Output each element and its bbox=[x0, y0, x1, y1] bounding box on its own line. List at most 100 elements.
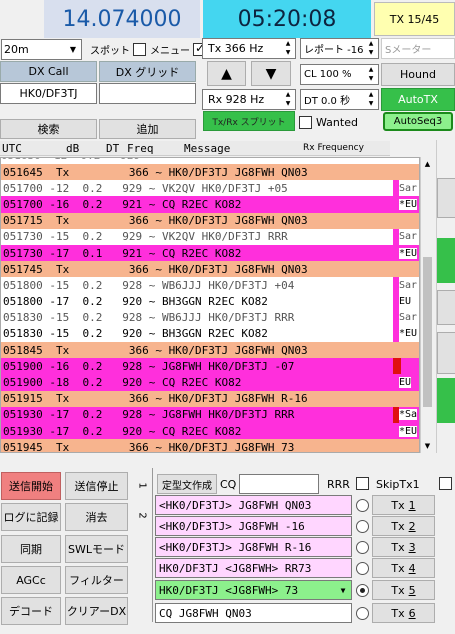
skiptx1-checkbox[interactable] bbox=[438, 477, 452, 490]
agc-button[interactable]: AGCc bbox=[1, 566, 61, 594]
tx3-message-field[interactable]: <HK0/DF3TJ> JG8FWH R-16 bbox=[155, 537, 352, 557]
dt-spinbox[interactable]: DT 0.0 秒 ▲ ▼ bbox=[300, 89, 379, 110]
table-row[interactable]: 051900 -16 0.2 928 ~ JG8FWH HK0/DF3TJ -0… bbox=[1, 358, 419, 375]
tx2-message-field[interactable]: <HK0/DF3TJ> JG8FWH -16 bbox=[155, 516, 352, 536]
template-button[interactable]: 定型文作成 bbox=[157, 474, 217, 494]
arrow-down-icon: ▼ bbox=[265, 65, 277, 82]
table-row[interactable]: 051745 Tx 366 ~ HK0/DF3TJ JG8FWH QN03 bbox=[1, 261, 419, 278]
menu-toggle[interactable]: メニュー bbox=[150, 40, 206, 58]
add-button[interactable]: 追加 bbox=[99, 119, 196, 139]
spot-checkbox[interactable] bbox=[133, 42, 146, 56]
row-message: 051800 -17 0.2 920 ~ BH3GGN R2EC KO82 bbox=[3, 295, 268, 309]
tab-2[interactable]: 2 bbox=[131, 506, 153, 524]
scroll-thumb[interactable] bbox=[423, 257, 432, 407]
tx4-button[interactable]: Tx 4 bbox=[372, 558, 435, 578]
dx-grid-input[interactable] bbox=[99, 83, 196, 104]
tx-status-indicator: TX 15/45 bbox=[374, 2, 455, 36]
sync-button[interactable]: 同期 bbox=[1, 535, 61, 563]
search-button[interactable]: 検索 bbox=[0, 119, 97, 139]
cl-value: CL 100 % bbox=[304, 69, 352, 80]
band-select[interactable]: 20m ▼ bbox=[1, 39, 82, 60]
wanted-toggle[interactable]: Wanted bbox=[299, 114, 358, 130]
enable-tx-button[interactable]: 送信開始 bbox=[1, 472, 61, 500]
scroll-down-icon[interactable]: ▼ bbox=[421, 439, 434, 453]
tab-1[interactable]: 1 bbox=[131, 476, 153, 494]
split-button[interactable]: Tx/Rx スプリット bbox=[203, 111, 295, 131]
side-button-1[interactable] bbox=[437, 178, 455, 218]
band-activity-list[interactable]: 051630 -12 0.2 929 ~ 051645 Tx 366 ~ HK0… bbox=[0, 157, 420, 453]
tx1-radio[interactable] bbox=[356, 499, 369, 512]
side-button-3[interactable] bbox=[437, 290, 455, 325]
tx1-message-field[interactable]: <HK0/DF3TJ> JG8FWH QN03 bbox=[155, 495, 352, 515]
chevron-down-icon[interactable]: ▼ bbox=[336, 582, 350, 598]
table-row[interactable]: 051700 -16 0.2 921 ~ CQ R2EC KO82 *EU bbox=[1, 196, 419, 213]
cq-input[interactable] bbox=[239, 474, 319, 494]
tx2-radio[interactable] bbox=[356, 520, 369, 533]
tx5-radio[interactable] bbox=[356, 584, 369, 597]
autotx-button[interactable]: AutoTX bbox=[381, 88, 455, 111]
table-row[interactable]: 051930 -17 0.2 920 ~ CQ R2EC KO82 *EU bbox=[1, 423, 419, 440]
spinner-arrows-icon[interactable]: ▲ ▼ bbox=[282, 40, 294, 57]
table-row[interactable]: 051830 -15 0.2 920 ~ BH3GGN R2EC KO82 *EU bbox=[1, 325, 419, 343]
halt-tx-button[interactable]: 送信停止 bbox=[65, 472, 128, 500]
rrr-checkbox[interactable] bbox=[356, 477, 369, 490]
list-scrollbar[interactable]: ▲ ▼ bbox=[420, 157, 434, 453]
wanted-checkbox[interactable] bbox=[299, 115, 312, 129]
tx-freq-spinbox[interactable]: Tx 366 Hz ▲ ▼ bbox=[202, 38, 296, 59]
table-row[interactable]: 051830 -15 0.2 928 ~ WB6JJJ HK0/DF3TJ RR… bbox=[1, 309, 419, 326]
row-message: 051745 Tx 366 ~ HK0/DF3TJ JG8FWH QN03 bbox=[3, 262, 308, 276]
rx-freq-spinbox[interactable]: Rx 928 Hz ▲ ▼ bbox=[202, 89, 296, 110]
spot-toggle[interactable]: スポット bbox=[90, 40, 146, 58]
tx1-button[interactable]: Tx 1 bbox=[372, 495, 435, 515]
decode-button[interactable]: デコード bbox=[1, 597, 61, 625]
report-spinbox[interactable]: レポート -16 ▲ ▼ bbox=[300, 38, 379, 59]
table-row[interactable]: 051700 -12 0.2 929 ~ VK2QV HK0/DF3TJ +05… bbox=[1, 180, 419, 197]
table-row[interactable]: 051800 -17 0.2 920 ~ BH3GGN R2EC KO82 EU bbox=[1, 293, 419, 310]
side-button-5[interactable] bbox=[437, 378, 455, 423]
freq-down-button[interactable]: ▼ bbox=[251, 61, 291, 86]
spinner-arrows-icon[interactable]: ▲ ▼ bbox=[365, 66, 377, 83]
freq-up-button[interactable]: ▲ bbox=[207, 61, 246, 86]
side-button-4[interactable] bbox=[437, 332, 455, 374]
col-freq: Freq bbox=[127, 142, 154, 155]
tx4-radio[interactable] bbox=[356, 562, 369, 575]
tx6-button[interactable]: Tx 6 bbox=[372, 603, 435, 623]
log-qso-button[interactable]: ログに記録 bbox=[1, 503, 61, 531]
hound-button[interactable]: Hound bbox=[381, 63, 455, 86]
tx5-message-field[interactable]: HK0/DF3TJ <JG8FWH> 73 ▼ bbox=[155, 580, 352, 600]
tx4-message-field[interactable]: HK0/DF3TJ <JG8FWH> RR73 bbox=[155, 558, 352, 578]
row-message: 051700 -16 0.2 921 ~ CQ R2EC KO82 bbox=[3, 197, 242, 211]
table-row[interactable]: 051800 -15 0.2 928 ~ WB6JJJ HK0/DF3TJ +0… bbox=[1, 277, 419, 294]
side-button-2[interactable] bbox=[437, 238, 455, 283]
table-row[interactable]: 051930 -17 0.2 928 ~ JG8FWH HK0/DF3TJ RR… bbox=[1, 406, 419, 423]
chevron-down-icon: ▼ bbox=[69, 45, 77, 54]
row-message: 051945 Tx 366 ~ HK0/DF3TJ JG8FWH 73 bbox=[3, 440, 295, 453]
table-row[interactable]: 051845 Tx 366 ~ HK0/DF3TJ JG8FWH QN03 bbox=[1, 342, 419, 359]
spinner-arrows-icon[interactable]: ▲ ▼ bbox=[282, 91, 294, 108]
filter-button[interactable]: フィルター bbox=[65, 566, 128, 594]
tx6-message-field[interactable]: CQ JG8FWH QN03 bbox=[155, 603, 352, 623]
table-row[interactable]: 051730 -17 0.1 921 ~ CQ R2EC KO82 *EU bbox=[1, 244, 419, 262]
cl-spinbox[interactable]: CL 100 % ▲ ▼ bbox=[300, 64, 379, 85]
tx5-button[interactable]: Tx 5 bbox=[372, 580, 435, 600]
table-row[interactable]: 051715 Tx 366 ~ HK0/DF3TJ JG8FWH QN03 bbox=[1, 212, 419, 229]
tx6-radio[interactable] bbox=[356, 607, 369, 620]
table-row[interactable]: 051915 Tx 366 ~ HK0/DF3TJ JG8FWH R-16 bbox=[1, 390, 419, 407]
dx-call-input[interactable]: HK0/DF3TJ bbox=[0, 83, 97, 104]
clear-dx-button[interactable]: クリアーDX bbox=[65, 597, 128, 625]
col-dt: DT bbox=[106, 142, 120, 155]
scroll-up-icon[interactable]: ▲ bbox=[421, 157, 434, 171]
tx2-button[interactable]: Tx 2 bbox=[372, 516, 435, 536]
tx3-button[interactable]: Tx 3 bbox=[372, 537, 435, 557]
table-row[interactable]: 051900 -18 0.2 920 ~ CQ R2EC KO82 EU bbox=[1, 374, 419, 391]
spinner-arrows-icon[interactable]: ▲ ▼ bbox=[365, 40, 377, 57]
tx3-radio[interactable] bbox=[356, 541, 369, 554]
spinner-arrows-icon[interactable]: ▲ ▼ bbox=[365, 91, 377, 108]
table-row[interactable]: 051645 Tx 366 ~ HK0/DF3TJ JG8FWH QN03 bbox=[1, 164, 419, 181]
table-row[interactable]: 051945 Tx 366 ~ HK0/DF3TJ JG8FWH 73 bbox=[1, 439, 419, 453]
erase-button[interactable]: 消去 bbox=[65, 503, 128, 531]
swl-mode-button[interactable]: SWLモード bbox=[65, 535, 128, 563]
right-panel-strip bbox=[436, 140, 455, 453]
table-row[interactable]: 051730 -15 0.2 929 ~ VK2QV HK0/DF3TJ RRR… bbox=[1, 228, 419, 245]
autoseq-button[interactable]: AutoSeq3 bbox=[383, 112, 453, 131]
